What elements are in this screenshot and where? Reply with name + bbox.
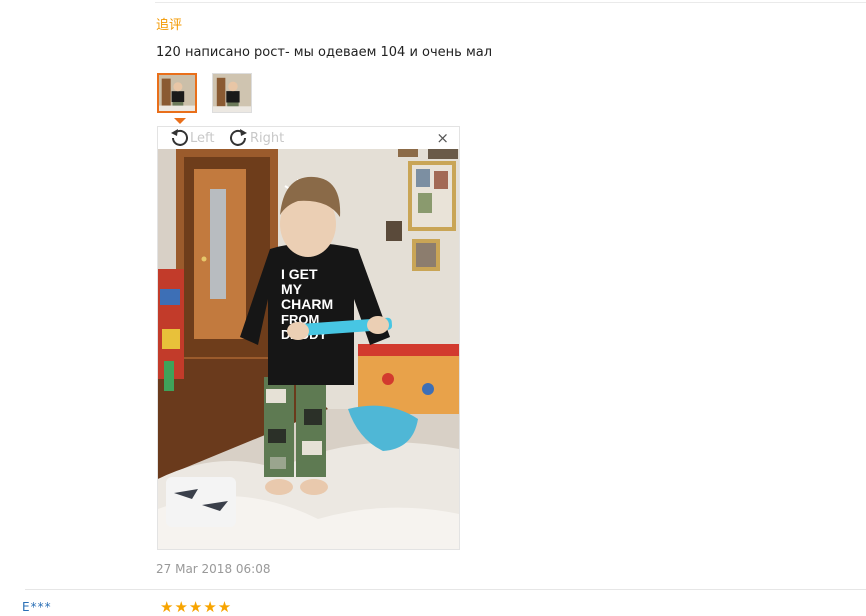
review-photo-thumbnail-1[interactable] <box>157 73 197 113</box>
next-review-star-rating: ★★★★★ <box>160 598 233 616</box>
shirt-print-line: I GET <box>281 266 318 282</box>
rotate-right-button[interactable]: Right <box>228 128 284 148</box>
active-thumbnail-indicator <box>174 118 186 124</box>
thumbnail-image <box>213 74 251 112</box>
next-reviewer-name[interactable]: E*** <box>22 600 52 614</box>
shirt-print-line: CHARM <box>281 296 333 312</box>
close-viewer-button[interactable]: × <box>436 129 449 147</box>
photo-viewer-toolbar: Left Right × <box>158 127 459 149</box>
review-text: 120 написано рост- мы одеваем 104 и очен… <box>156 45 493 60</box>
review-photo-large: I GET MY CHARM FROM DADDY <box>158 149 459 549</box>
rotate-left-button[interactable]: Left <box>168 128 214 148</box>
top-divider <box>155 2 866 3</box>
review-divider <box>25 589 866 590</box>
rotate-right-label: Right <box>250 130 285 146</box>
review-date: 27 Mar 2018 06:08 <box>156 562 271 576</box>
review-photo-image: I GET MY CHARM FROM DADDY <box>158 149 459 549</box>
close-icon: × <box>436 129 449 147</box>
photo-viewer: Left Right × I GET MY CHARM FROM <box>157 126 460 550</box>
rotate-right-icon <box>230 129 247 146</box>
rotate-left-icon <box>171 129 188 146</box>
thumbnail-image <box>159 75 195 111</box>
shirt-print-line: MY <box>281 281 303 297</box>
rotate-left-label: Left <box>190 130 215 146</box>
followup-label: 追评 <box>156 18 183 33</box>
review-photo-thumbnail-2[interactable] <box>212 73 252 113</box>
